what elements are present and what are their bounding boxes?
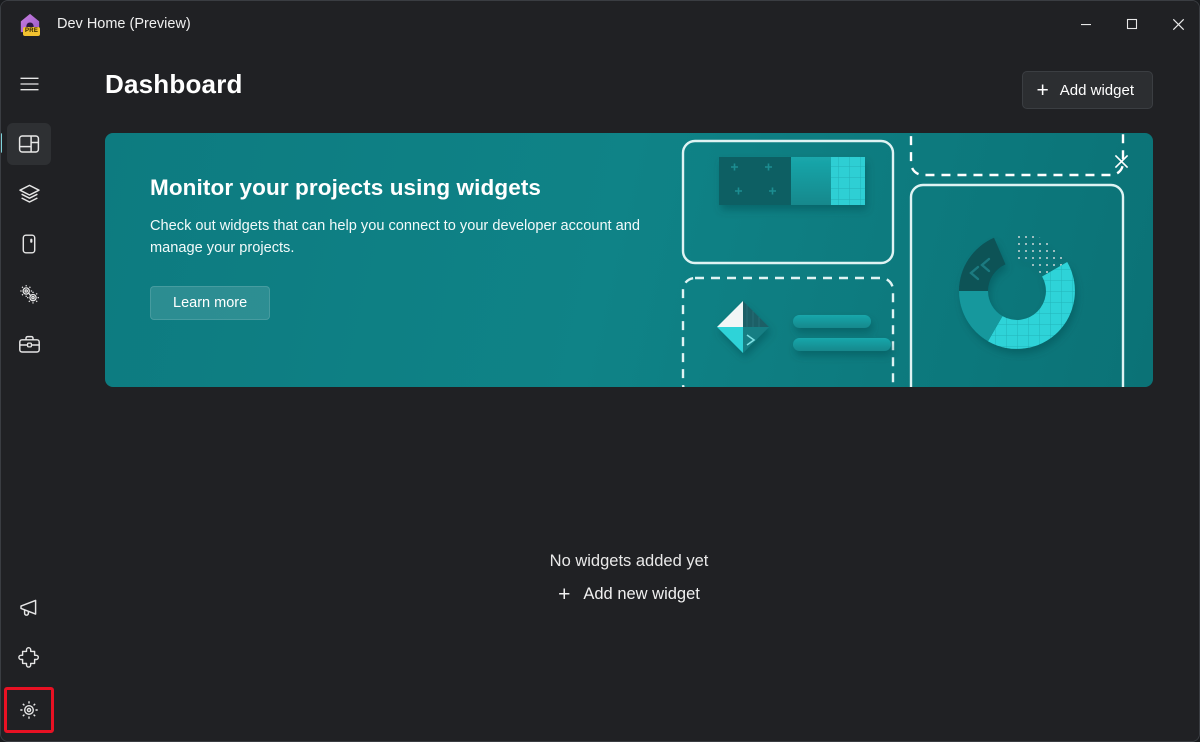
- gears-icon: [19, 285, 39, 304]
- sidebar-item-utilities[interactable]: [7, 273, 51, 315]
- plus-icon: +: [558, 583, 571, 606]
- toolbox-icon: [18, 335, 40, 353]
- sidebar-item-feedback[interactable]: [7, 587, 51, 629]
- banner-close-button[interactable]: [1107, 147, 1135, 175]
- window-controls: [1063, 1, 1199, 47]
- banner-title: Monitor your projects using widgets: [150, 175, 542, 200]
- dashboard-icon: [18, 135, 40, 153]
- close-button[interactable]: [1155, 1, 1199, 47]
- sidebar-navigation: [1, 47, 57, 741]
- empty-state-title: No widgets added yet: [549, 552, 709, 570]
- title-bar: PRE Dev Home (Preview): [1, 1, 1199, 47]
- add-new-widget-button[interactable]: + Add new widget: [548, 580, 710, 609]
- banner-body: Check out widgets that can help you conn…: [150, 218, 641, 256]
- maximize-button[interactable]: [1109, 1, 1155, 47]
- sidebar-item-machine-configuration[interactable]: [7, 173, 51, 215]
- sidebar-item-extensions[interactable]: [7, 637, 51, 679]
- gear-icon: [20, 701, 38, 719]
- minimize-button[interactable]: [1063, 1, 1109, 47]
- main-content: Dashboard + Add widget Monitor your proj…: [57, 47, 1199, 741]
- sidebar-item-menu[interactable]: [7, 63, 51, 105]
- minimize-icon: [1081, 24, 1091, 26]
- preview-badge: PRE: [23, 27, 41, 36]
- add-new-widget-label: Add new widget: [583, 585, 700, 603]
- close-icon: [1114, 154, 1128, 168]
- sidebar-item-dashboard[interactable]: [1, 123, 51, 165]
- plus-icon: +: [1036, 78, 1049, 102]
- app-icon: PRE: [17, 11, 43, 37]
- hamburger-menu-icon: [20, 77, 38, 91]
- sidebar-item-dev-toolbox[interactable]: [7, 323, 51, 365]
- sidebar-item-environments[interactable]: [7, 223, 51, 265]
- add-widget-button[interactable]: + Add widget: [1021, 71, 1153, 109]
- learn-more-button[interactable]: Learn more: [150, 286, 271, 320]
- empty-state: No widgets added yet + Add new widget: [57, 552, 1199, 609]
- close-icon: [1172, 18, 1184, 30]
- layers-icon: [18, 184, 40, 203]
- device-icon: [22, 234, 36, 254]
- banner-text-block: Monitor your projects using widgets Chec…: [150, 175, 695, 320]
- app-title: Dev Home (Preview): [57, 16, 191, 32]
- add-widget-label: Add widget: [1059, 81, 1134, 99]
- dev-home-window: PRE Dev Home (Preview) Dashboard + Add w…: [0, 0, 1200, 742]
- puzzle-icon: [18, 647, 39, 668]
- widgets-illustration: [681, 133, 1125, 387]
- megaphone-icon: [19, 599, 36, 616]
- page-title: Dashboard: [105, 69, 243, 99]
- widgets-promo-banner: Monitor your projects using widgets Chec…: [105, 133, 1153, 387]
- sidebar-item-settings[interactable]: [4, 687, 54, 733]
- maximize-icon: [1126, 18, 1138, 30]
